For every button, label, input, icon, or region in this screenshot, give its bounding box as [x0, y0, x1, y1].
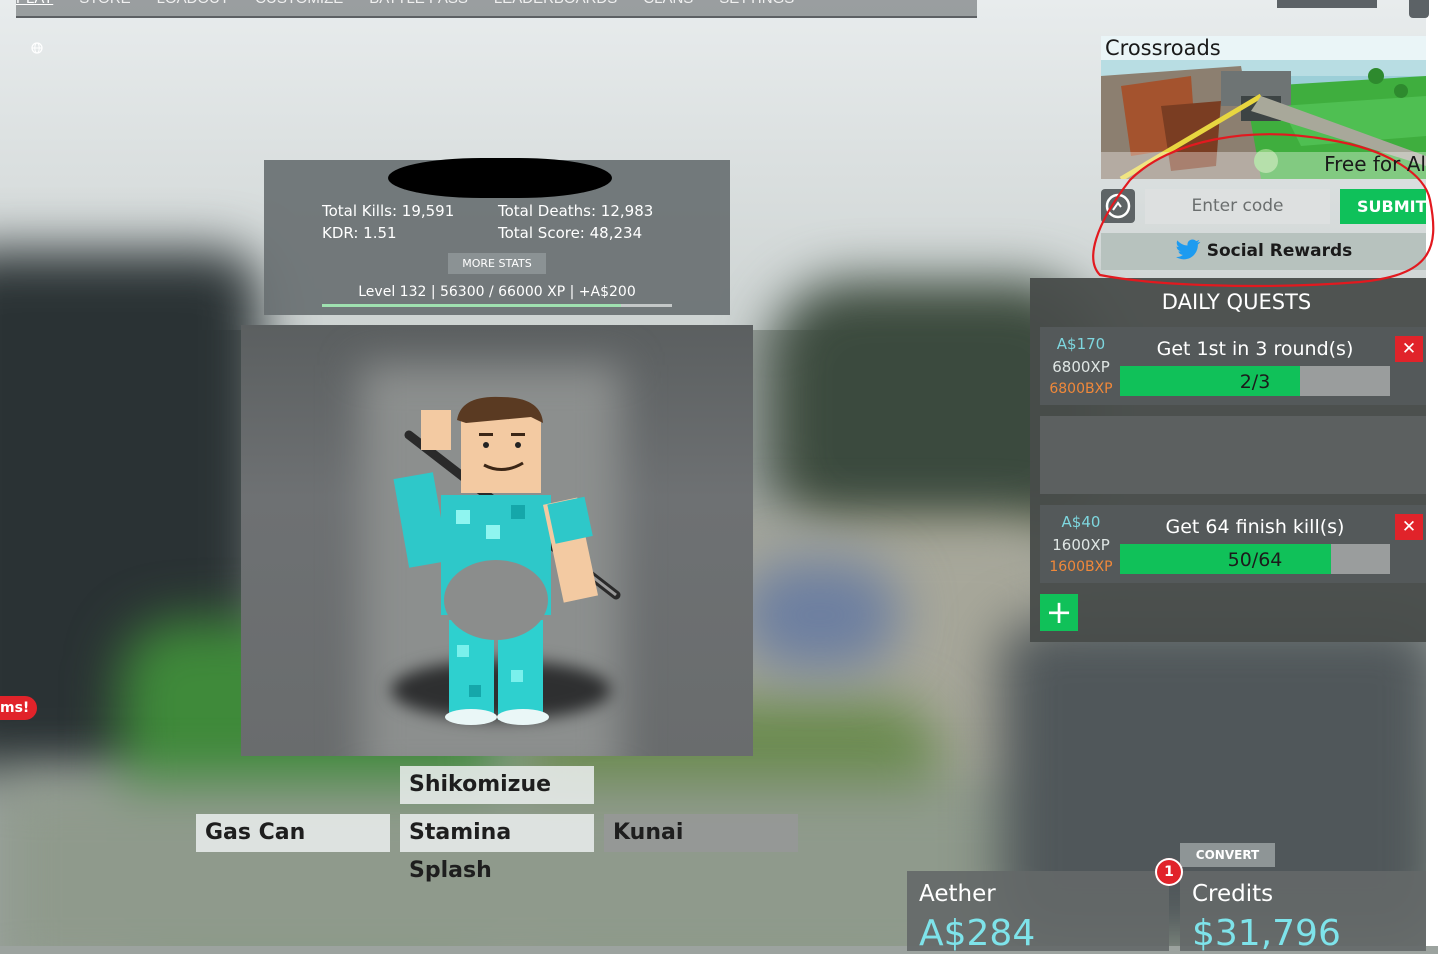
convert-button[interactable]: CONVERT	[1180, 843, 1275, 867]
code-input[interactable]: Enter code	[1145, 189, 1330, 224]
kdr: KDR: 1.51	[322, 224, 397, 242]
aether-panel: Aether A$284	[907, 871, 1169, 954]
tab-clans[interactable]: CLANS	[643, 0, 693, 16]
daily-quests-title: DAILY QUESTS	[1161, 290, 1312, 314]
items-badge[interactable]: ms!	[0, 696, 37, 720]
quest-title: Get 64 finish kill(s)	[1165, 516, 1345, 538]
tab-customize[interactable]: CUSTOMIZE	[255, 0, 343, 16]
menu-corner-button[interactable]: ⋯	[1409, 0, 1429, 18]
tab-battle-pass[interactable]: BATTLE PASS	[369, 0, 468, 16]
quest-row-empty	[1040, 416, 1426, 494]
quest-progress-text: 2/3	[1239, 371, 1271, 393]
globe-icon[interactable]	[31, 42, 43, 54]
close-icon[interactable]: ✕	[1395, 336, 1423, 362]
notification-badge: 1	[1155, 858, 1183, 886]
social-rewards-label: Social Rewards	[1206, 241, 1353, 261]
tab-leaderboards[interactable]: LEADERBOARDS	[494, 0, 617, 16]
quest-bxp-reward: 6800BXP	[1049, 381, 1113, 397]
twitter-bird-icon	[1175, 239, 1201, 260]
credits-value: $31,796	[1192, 913, 1341, 954]
social-rewards-button[interactable]: Social Rewards	[1101, 233, 1426, 270]
level-progress-text: Level 132 | 56300 / 66000 XP | +A$200	[358, 284, 636, 300]
total-score: Total Score: 48,234	[498, 224, 643, 242]
tab-store[interactable]: STORE	[79, 0, 130, 16]
redacted-username	[388, 158, 612, 198]
close-icon[interactable]: ✕	[1395, 514, 1423, 540]
credits-label: Credits	[1192, 881, 1274, 907]
character-preview[interactable]	[241, 325, 753, 756]
code-refresh-icon[interactable]	[1101, 189, 1135, 223]
loadout-slot-left[interactable]: Gas Can	[196, 814, 390, 852]
xp-progress-bar	[322, 304, 672, 307]
quest-bxp-reward: 1600BXP	[1049, 559, 1113, 575]
tab-settings[interactable]: SETTINGS	[719, 0, 794, 16]
submit-code-button[interactable]: SUBMIT	[1340, 189, 1426, 224]
window-edge	[1426, 0, 1438, 946]
tab-play[interactable]: PLAY	[16, 0, 53, 16]
plus-icon[interactable]: +	[1040, 594, 1078, 631]
quest-money-reward: A$40	[1061, 513, 1101, 531]
tab-loadout[interactable]: LOADOUT	[157, 0, 230, 16]
controls-button[interactable]: CONTROLS	[1277, 0, 1377, 8]
quest-money-reward: A$170	[1056, 335, 1106, 353]
map-preview[interactable]: Crossroads Free for Al	[1101, 36, 1426, 179]
aether-value: A$284	[919, 913, 1036, 954]
aether-label: Aether	[919, 881, 996, 907]
quest-progress-text: 50/64	[1227, 549, 1283, 571]
loadout-slot-right[interactable]: Kunai	[604, 814, 798, 852]
total-kills: Total Kills: 19,591	[322, 202, 455, 220]
loadout-slot-middle[interactable]: Stamina Splash	[400, 814, 594, 883]
map-mode: Free for Al	[1324, 152, 1426, 176]
credits-panel: Credits $31,796	[1180, 871, 1426, 954]
more-stats-button[interactable]: MORE STATS	[448, 253, 546, 274]
quest-xp-reward: 6800XP	[1052, 358, 1110, 376]
quest-xp-reward: 1600XP	[1052, 536, 1110, 554]
total-deaths: Total Deaths: 12,983	[498, 202, 654, 220]
top-nav: PLAY STORE LOADOUT CUSTOMIZE BATTLE PASS…	[16, 0, 977, 18]
avatar	[393, 396, 621, 725]
map-name: Crossroads	[1105, 36, 1221, 60]
quest-title: Get 1st in 3 round(s)	[1156, 338, 1354, 360]
loadout-slot-top[interactable]: Shikomizue	[400, 766, 594, 804]
